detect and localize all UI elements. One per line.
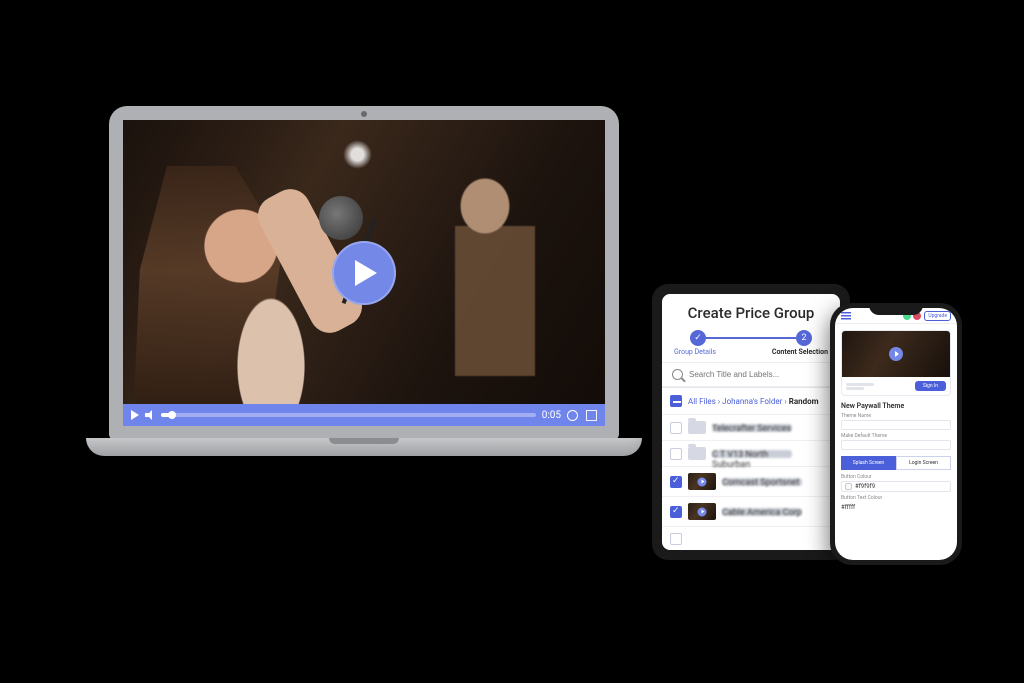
theme-name-input[interactable] bbox=[841, 420, 951, 430]
step-connector bbox=[706, 337, 796, 339]
tablet-device: Create Price Group ✓ 2 Group Details Con… bbox=[652, 284, 850, 560]
laptop-bezel: 0:05 bbox=[109, 106, 619, 440]
phone-device: Upgrade Sign In New Paywall Theme Theme … bbox=[830, 303, 962, 565]
search-input[interactable] bbox=[689, 370, 830, 379]
play-icon bbox=[889, 347, 903, 361]
stepper: ✓ 2 bbox=[670, 330, 832, 346]
row-label: Cable America Corp bbox=[722, 508, 802, 516]
laptop-camera-icon bbox=[361, 111, 367, 117]
row-label: Comcast Sportsnet bbox=[722, 478, 802, 486]
page-title: Create Price Group bbox=[670, 304, 832, 322]
breadcrumb-row: All Files › Johanna's Folder › Random bbox=[662, 387, 840, 414]
video-thumbnail bbox=[688, 503, 716, 520]
preview-card: Sign In bbox=[841, 330, 951, 396]
play-icon bbox=[355, 260, 377, 286]
screen-tabs: Splash Screen Login Screen bbox=[841, 456, 951, 470]
step-done-icon[interactable]: ✓ bbox=[690, 330, 706, 346]
select-all-checkbox[interactable] bbox=[670, 395, 682, 407]
tab-login[interactable]: Login Screen bbox=[896, 456, 951, 470]
field-label: Theme Name bbox=[841, 413, 951, 419]
colour-swatch-icon bbox=[845, 483, 852, 490]
field-label: Button Colour bbox=[841, 474, 951, 480]
seek-handle[interactable] bbox=[168, 411, 176, 419]
field-label: Button Text Colour bbox=[841, 495, 951, 501]
volume-icon[interactable] bbox=[145, 410, 155, 420]
field-label: Make Default Theme bbox=[841, 433, 951, 439]
button-text-colour-picker[interactable]: #fffff bbox=[841, 502, 951, 513]
row-label: C T V13 North Suburban bbox=[712, 450, 792, 458]
button-colour-picker[interactable]: #f9f9f9 bbox=[841, 481, 951, 492]
play-icon bbox=[698, 507, 707, 516]
breadcrumb[interactable]: All Files › Johanna's Folder › Random bbox=[688, 397, 819, 406]
step-current-icon[interactable]: 2 bbox=[796, 330, 812, 346]
play-icon bbox=[698, 477, 707, 486]
search-row[interactable] bbox=[662, 362, 840, 387]
stage-light-icon bbox=[343, 140, 372, 169]
list-item[interactable]: Comcast Sportsnet bbox=[662, 466, 840, 496]
colour-value: #f9f9f9 bbox=[855, 483, 875, 490]
phone-notch bbox=[869, 303, 923, 315]
tab-splash[interactable]: Splash Screen bbox=[841, 456, 896, 470]
microphone-icon bbox=[319, 196, 363, 240]
laptop-base bbox=[86, 438, 642, 456]
row-checkbox[interactable] bbox=[670, 422, 682, 434]
folder-icon bbox=[688, 421, 706, 434]
phone-screen: Upgrade Sign In New Paywall Theme Theme … bbox=[835, 308, 957, 560]
list-item[interactable]: C T V13 North Suburban bbox=[662, 440, 840, 466]
section-title: New Paywall Theme bbox=[841, 402, 951, 410]
video-controls: 0:05 bbox=[123, 404, 605, 426]
preview-thumbnail[interactable] bbox=[842, 331, 950, 377]
laptop-shadow bbox=[104, 496, 624, 514]
video-thumbnail bbox=[688, 473, 716, 490]
list-item[interactable]: Telecrafter Services bbox=[662, 414, 840, 440]
preview-meta bbox=[846, 382, 874, 391]
default-theme-input[interactable] bbox=[841, 440, 951, 450]
control-play-icon[interactable] bbox=[131, 410, 139, 420]
row-label: Telecrafter Services bbox=[712, 424, 792, 432]
video-player[interactable]: 0:05 bbox=[123, 120, 605, 426]
laptop-notch bbox=[329, 438, 399, 444]
colour-value: #fffff bbox=[841, 504, 855, 511]
step-label-1: Group Details bbox=[674, 348, 716, 356]
tablet-screen: Create Price Group ✓ 2 Group Details Con… bbox=[662, 294, 840, 550]
search-icon bbox=[672, 369, 683, 380]
list-item[interactable]: Cable America Corp bbox=[662, 496, 840, 526]
signin-button[interactable]: Sign In bbox=[915, 381, 946, 391]
play-button[interactable] bbox=[332, 241, 396, 305]
settings-icon[interactable] bbox=[567, 410, 578, 421]
upgrade-button[interactable]: Upgrade bbox=[924, 311, 951, 321]
list-item[interactable] bbox=[662, 526, 840, 550]
folder-icon bbox=[688, 447, 706, 460]
row-checkbox[interactable] bbox=[670, 533, 682, 545]
video-time: 0:05 bbox=[542, 410, 561, 421]
seek-bar[interactable] bbox=[161, 413, 536, 417]
fullscreen-icon[interactable] bbox=[586, 410, 597, 421]
laptop-device: 0:05 bbox=[86, 106, 642, 506]
row-checkbox[interactable] bbox=[670, 506, 682, 518]
row-checkbox[interactable] bbox=[670, 476, 682, 488]
menu-icon[interactable] bbox=[841, 312, 851, 320]
row-checkbox[interactable] bbox=[670, 448, 682, 460]
guitarist-figure bbox=[415, 166, 565, 386]
step-label-2: Content Selection bbox=[772, 348, 828, 356]
